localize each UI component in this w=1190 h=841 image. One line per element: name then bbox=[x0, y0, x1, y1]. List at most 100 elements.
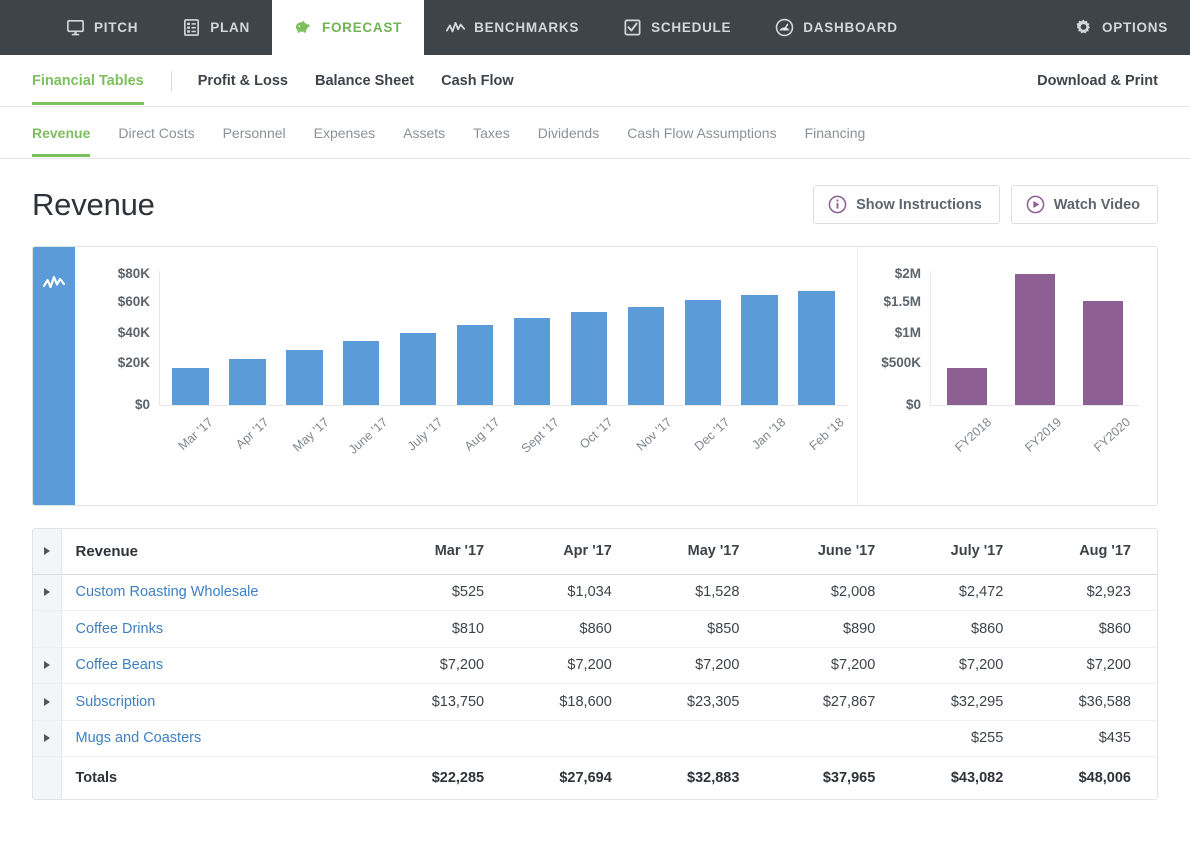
cell-value[interactable]: $23,305 bbox=[638, 684, 766, 721]
bar-fy2019[interactable] bbox=[1014, 274, 1056, 405]
cell-value[interactable]: $13,750 bbox=[382, 684, 510, 721]
bar-jan-18[interactable] bbox=[741, 295, 778, 405]
tab-taxes[interactable]: Taxes bbox=[473, 109, 510, 156]
bar-apr-17[interactable] bbox=[229, 358, 266, 405]
topnav-item-pitch[interactable]: PITCH bbox=[44, 0, 160, 55]
row-label-text[interactable]: Coffee Drinks bbox=[76, 621, 164, 637]
cell-value[interactable] bbox=[510, 720, 638, 757]
cell-value[interactable]: $435 bbox=[1029, 720, 1157, 757]
tab-expenses[interactable]: Expenses bbox=[314, 109, 375, 156]
info-circle-icon bbox=[828, 195, 847, 214]
cell-value[interactable]: $255 bbox=[901, 720, 1029, 757]
row-expand-toggle[interactable] bbox=[33, 647, 62, 684]
cell-value[interactable]: $7,200 bbox=[765, 647, 901, 684]
tab-cash-flow-assumptions[interactable]: Cash Flow Assumptions bbox=[627, 109, 776, 156]
cell-value[interactable]: $7,200 bbox=[1029, 647, 1157, 684]
cell-value[interactable]: $2,008 bbox=[765, 574, 901, 611]
bar-aug-17[interactable] bbox=[456, 324, 494, 405]
row-expand-toggle[interactable] bbox=[33, 574, 62, 611]
cell-value[interactable]: $27,694 bbox=[510, 757, 638, 799]
tab-financing[interactable]: Financing bbox=[805, 109, 866, 156]
subnav-items: Financial Tables Profit & Loss Balance She… bbox=[32, 57, 541, 105]
bar-nov-17[interactable] bbox=[627, 307, 665, 405]
topnav-item-options[interactable]: OPTIONS bbox=[1052, 0, 1190, 55]
bar-feb-18[interactable] bbox=[798, 291, 835, 405]
topnav-item-plan[interactable]: PLAN bbox=[160, 0, 272, 55]
bar-fy2020[interactable] bbox=[1082, 301, 1124, 405]
cell-value[interactable]: $860 bbox=[510, 611, 638, 648]
cell-value[interactable]: $7,200 bbox=[638, 647, 766, 684]
bar-june-17[interactable] bbox=[343, 341, 380, 405]
page-header-buttons: Show Instructions Watch Video bbox=[813, 185, 1158, 224]
chevron-right-icon bbox=[43, 661, 50, 670]
cell-value[interactable]: $2,472 bbox=[901, 574, 1029, 611]
subnav-item-financial-tables[interactable]: Financial Tables bbox=[32, 57, 144, 105]
row-label-text[interactable]: Custom Roasting Wholesale bbox=[76, 584, 259, 600]
cell-value[interactable]: $2,923 bbox=[1029, 574, 1157, 611]
cell-value[interactable]: $1,528 bbox=[638, 574, 766, 611]
bar-sept-17[interactable] bbox=[513, 317, 551, 405]
cell-value[interactable]: $32,883 bbox=[638, 757, 766, 799]
cell-value[interactable]: $810 bbox=[382, 611, 510, 648]
cell-value[interactable]: $18,600 bbox=[510, 684, 638, 721]
monthly-chart-y-axis: $80K $60K $40K $20K $0 bbox=[93, 267, 159, 411]
secondary-navigation-bar: Financial Tables Profit & Loss Balance She… bbox=[0, 55, 1190, 107]
cell-value[interactable]: $860 bbox=[1029, 611, 1157, 648]
row-expand-toggle[interactable] bbox=[33, 720, 62, 757]
cell-value[interactable]: $7,200 bbox=[901, 647, 1029, 684]
row-label-text[interactable]: Mugs and Coasters bbox=[76, 730, 202, 746]
cell-value[interactable] bbox=[638, 720, 766, 757]
bar-may-17[interactable] bbox=[286, 349, 323, 405]
bar-dec-17[interactable] bbox=[684, 300, 721, 405]
cell-value[interactable]: $525 bbox=[382, 574, 510, 611]
cell-value[interactable]: $36,588 bbox=[1029, 684, 1157, 721]
row-label[interactable]: Subscription bbox=[61, 684, 382, 721]
watch-video-button[interactable]: Watch Video bbox=[1010, 185, 1158, 224]
topnav-item-forecast[interactable]: FORECAST bbox=[271, 0, 425, 55]
row-label[interactable]: Custom Roasting Wholesale bbox=[61, 574, 382, 611]
checkbox-icon bbox=[623, 18, 642, 37]
chart-view-toggle-tab[interactable] bbox=[33, 247, 75, 505]
cell-value[interactable]: $890 bbox=[765, 611, 901, 648]
cell-value[interactable]: $7,200 bbox=[510, 647, 638, 684]
cell-value[interactable] bbox=[765, 720, 901, 757]
topnav-item-benchmarks[interactable]: BENCHMARKS bbox=[424, 0, 601, 55]
subnav-item-profit-loss[interactable]: Profit & Loss bbox=[198, 57, 288, 104]
bar-oct-17[interactable] bbox=[570, 312, 608, 405]
download-and-print-link[interactable]: Download & Print bbox=[1037, 73, 1158, 89]
subnav-item-cash-flow[interactable]: Cash Flow bbox=[441, 57, 514, 104]
x-tick-slot: Mar '17 bbox=[159, 406, 216, 454]
cell-value[interactable]: $32,295 bbox=[901, 684, 1029, 721]
cell-value[interactable]: $48,006 bbox=[1029, 757, 1157, 799]
cell-value[interactable]: $850 bbox=[638, 611, 766, 648]
cell-value[interactable]: $22,285 bbox=[382, 757, 510, 799]
show-instructions-button[interactable]: Show Instructions bbox=[813, 185, 1000, 224]
row-label-text[interactable]: Subscription bbox=[76, 694, 156, 710]
tab-dividends[interactable]: Dividends bbox=[538, 109, 599, 156]
cell-value[interactable]: $43,082 bbox=[901, 757, 1029, 799]
cell-value[interactable]: $1,034 bbox=[510, 574, 638, 611]
cell-value[interactable]: $860 bbox=[901, 611, 1029, 648]
tab-personnel[interactable]: Personnel bbox=[223, 109, 286, 156]
bar-july-17[interactable] bbox=[399, 332, 437, 405]
topnav-item-schedule[interactable]: SCHEDULE bbox=[601, 0, 753, 55]
topnav-item-label: DASHBOARD bbox=[803, 20, 898, 35]
tab-direct-costs[interactable]: Direct Costs bbox=[118, 109, 194, 156]
cell-value[interactable]: $37,965 bbox=[765, 757, 901, 799]
bar-mar-17[interactable] bbox=[172, 367, 209, 405]
cell-value[interactable]: $27,867 bbox=[765, 684, 901, 721]
row-expand-toggle[interactable] bbox=[33, 683, 62, 720]
x-tick-slot: FY2020 bbox=[1069, 406, 1139, 455]
row-label-text[interactable]: Coffee Beans bbox=[76, 657, 164, 673]
cell-value[interactable] bbox=[382, 720, 510, 757]
tab-revenue[interactable]: Revenue bbox=[32, 109, 91, 157]
bar-fy2018[interactable] bbox=[946, 368, 988, 405]
cell-value[interactable]: $7,200 bbox=[382, 647, 510, 684]
topnav-item-dashboard[interactable]: DASHBOARD bbox=[753, 0, 919, 55]
row-label[interactable]: Mugs and Coasters bbox=[61, 720, 382, 757]
subnav-item-balance-sheet[interactable]: Balance Sheet bbox=[315, 57, 414, 104]
row-label[interactable]: Coffee Drinks bbox=[61, 611, 382, 648]
row-label[interactable]: Coffee Beans bbox=[61, 647, 382, 684]
expand-all-toggle[interactable] bbox=[33, 529, 62, 575]
tab-assets[interactable]: Assets bbox=[403, 109, 445, 156]
